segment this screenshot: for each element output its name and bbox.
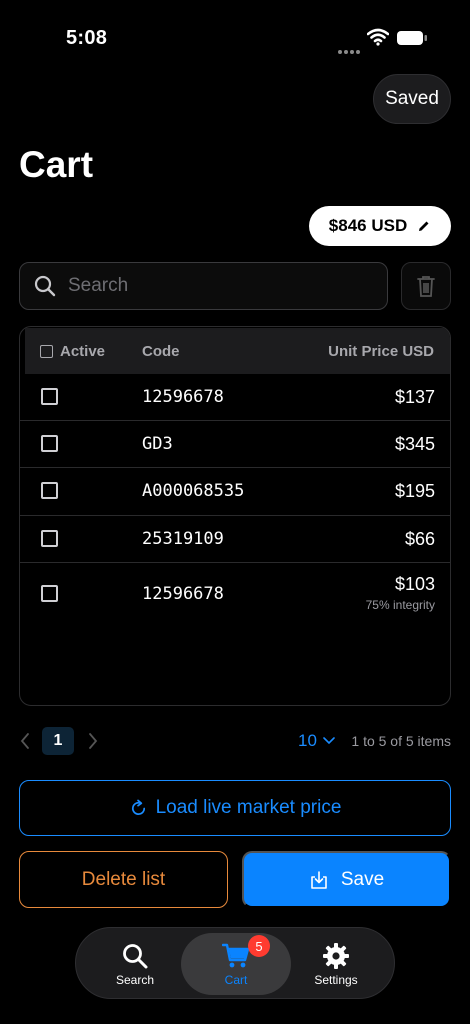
price-column-header[interactable]: Unit Price USD [328,343,434,360]
gear-icon [323,943,349,969]
row-price: $103 [394,574,435,594]
pencil-icon [419,221,429,231]
load-market-price-button[interactable]: Load live market price [19,780,451,836]
chevron-left-icon[interactable] [19,732,31,750]
status-bar: 5:08 [0,0,470,60]
delete-list-button[interactable]: Delete list [19,851,228,908]
trash-icon [417,276,435,297]
row-code: 25319109 [142,529,224,549]
table-row[interactable]: GD3 $345 [20,421,450,468]
row-price: $66 [404,529,435,549]
table-row[interactable]: 12596678 $137 [20,374,450,421]
page-title: Cart [19,144,94,185]
row-code: GD3 [142,434,173,454]
row-checkbox[interactable] [41,585,58,602]
load-button-label: Load live market price [155,797,342,818]
status-time: 5:08 [66,27,108,49]
table-row[interactable]: A000068535 $195 [20,468,450,516]
cart-table: Active Code Unit Price USD 12596678 $137… [19,326,451,706]
tab-settings-label: Settings [314,973,358,987]
tab-settings[interactable]: Settings [281,933,391,995]
save-button[interactable]: Save [242,851,451,908]
download-icon [311,870,327,889]
pagination: 1 10 1 to 5 of 5 items [19,727,451,755]
chevron-down-icon [323,737,335,745]
total-edit-button[interactable]: $846 USD [309,206,451,246]
search-field[interactable] [19,262,388,310]
cart-count-badge: 5 [248,935,270,957]
select-all-toggle[interactable]: Active [40,343,105,360]
row-code: 12596678 [142,387,224,407]
refresh-icon [131,799,145,815]
search-icon [34,275,56,297]
active-column-header: Active [60,343,106,360]
tab-search[interactable]: Search [80,933,190,995]
table-row[interactable]: 25319109 $66 [20,516,450,563]
battery-icon [397,31,427,45]
tab-bar: Search Cart 5 Settings [75,927,395,999]
row-code: A000068535 [142,481,245,501]
row-checkbox[interactable] [41,482,58,499]
search-icon [123,944,148,969]
row-checkbox[interactable] [41,530,58,547]
chevron-right-icon[interactable] [87,732,99,750]
row-code: 12596678 [142,584,224,604]
tab-search-label: Search [115,973,155,987]
delete-selected-button[interactable] [401,262,451,310]
row-price: $195 [394,481,435,501]
wifi-icon [367,28,389,46]
per-page-select[interactable]: 10 [298,731,335,751]
row-price: $137 [394,387,435,407]
saved-button[interactable]: Saved [373,74,451,124]
tab-cart[interactable]: Cart 5 [181,933,291,995]
row-price: $345 [394,434,435,454]
tab-cart-label: Cart [224,973,248,987]
per-page-value: 10 [298,731,317,750]
search-input[interactable] [68,275,348,297]
current-page-button[interactable]: 1 [42,727,74,755]
select-all-checkbox[interactable] [40,345,53,358]
save-button-label: Save [340,868,385,890]
cart-icon [222,943,250,968]
row-checkbox[interactable] [41,435,58,452]
signal-dots-icon [338,41,362,54]
total-amount: $846 USD [328,216,408,235]
range-text: 1 to 5 of 5 items [351,733,451,749]
code-column-header[interactable]: Code [142,343,180,360]
row-integrity-note: 75% integrity [365,598,435,612]
row-checkbox[interactable] [41,388,58,405]
table-header: Active Code Unit Price USD [25,328,450,374]
table-row[interactable]: 12596678 $103 75% integrity [20,563,450,625]
